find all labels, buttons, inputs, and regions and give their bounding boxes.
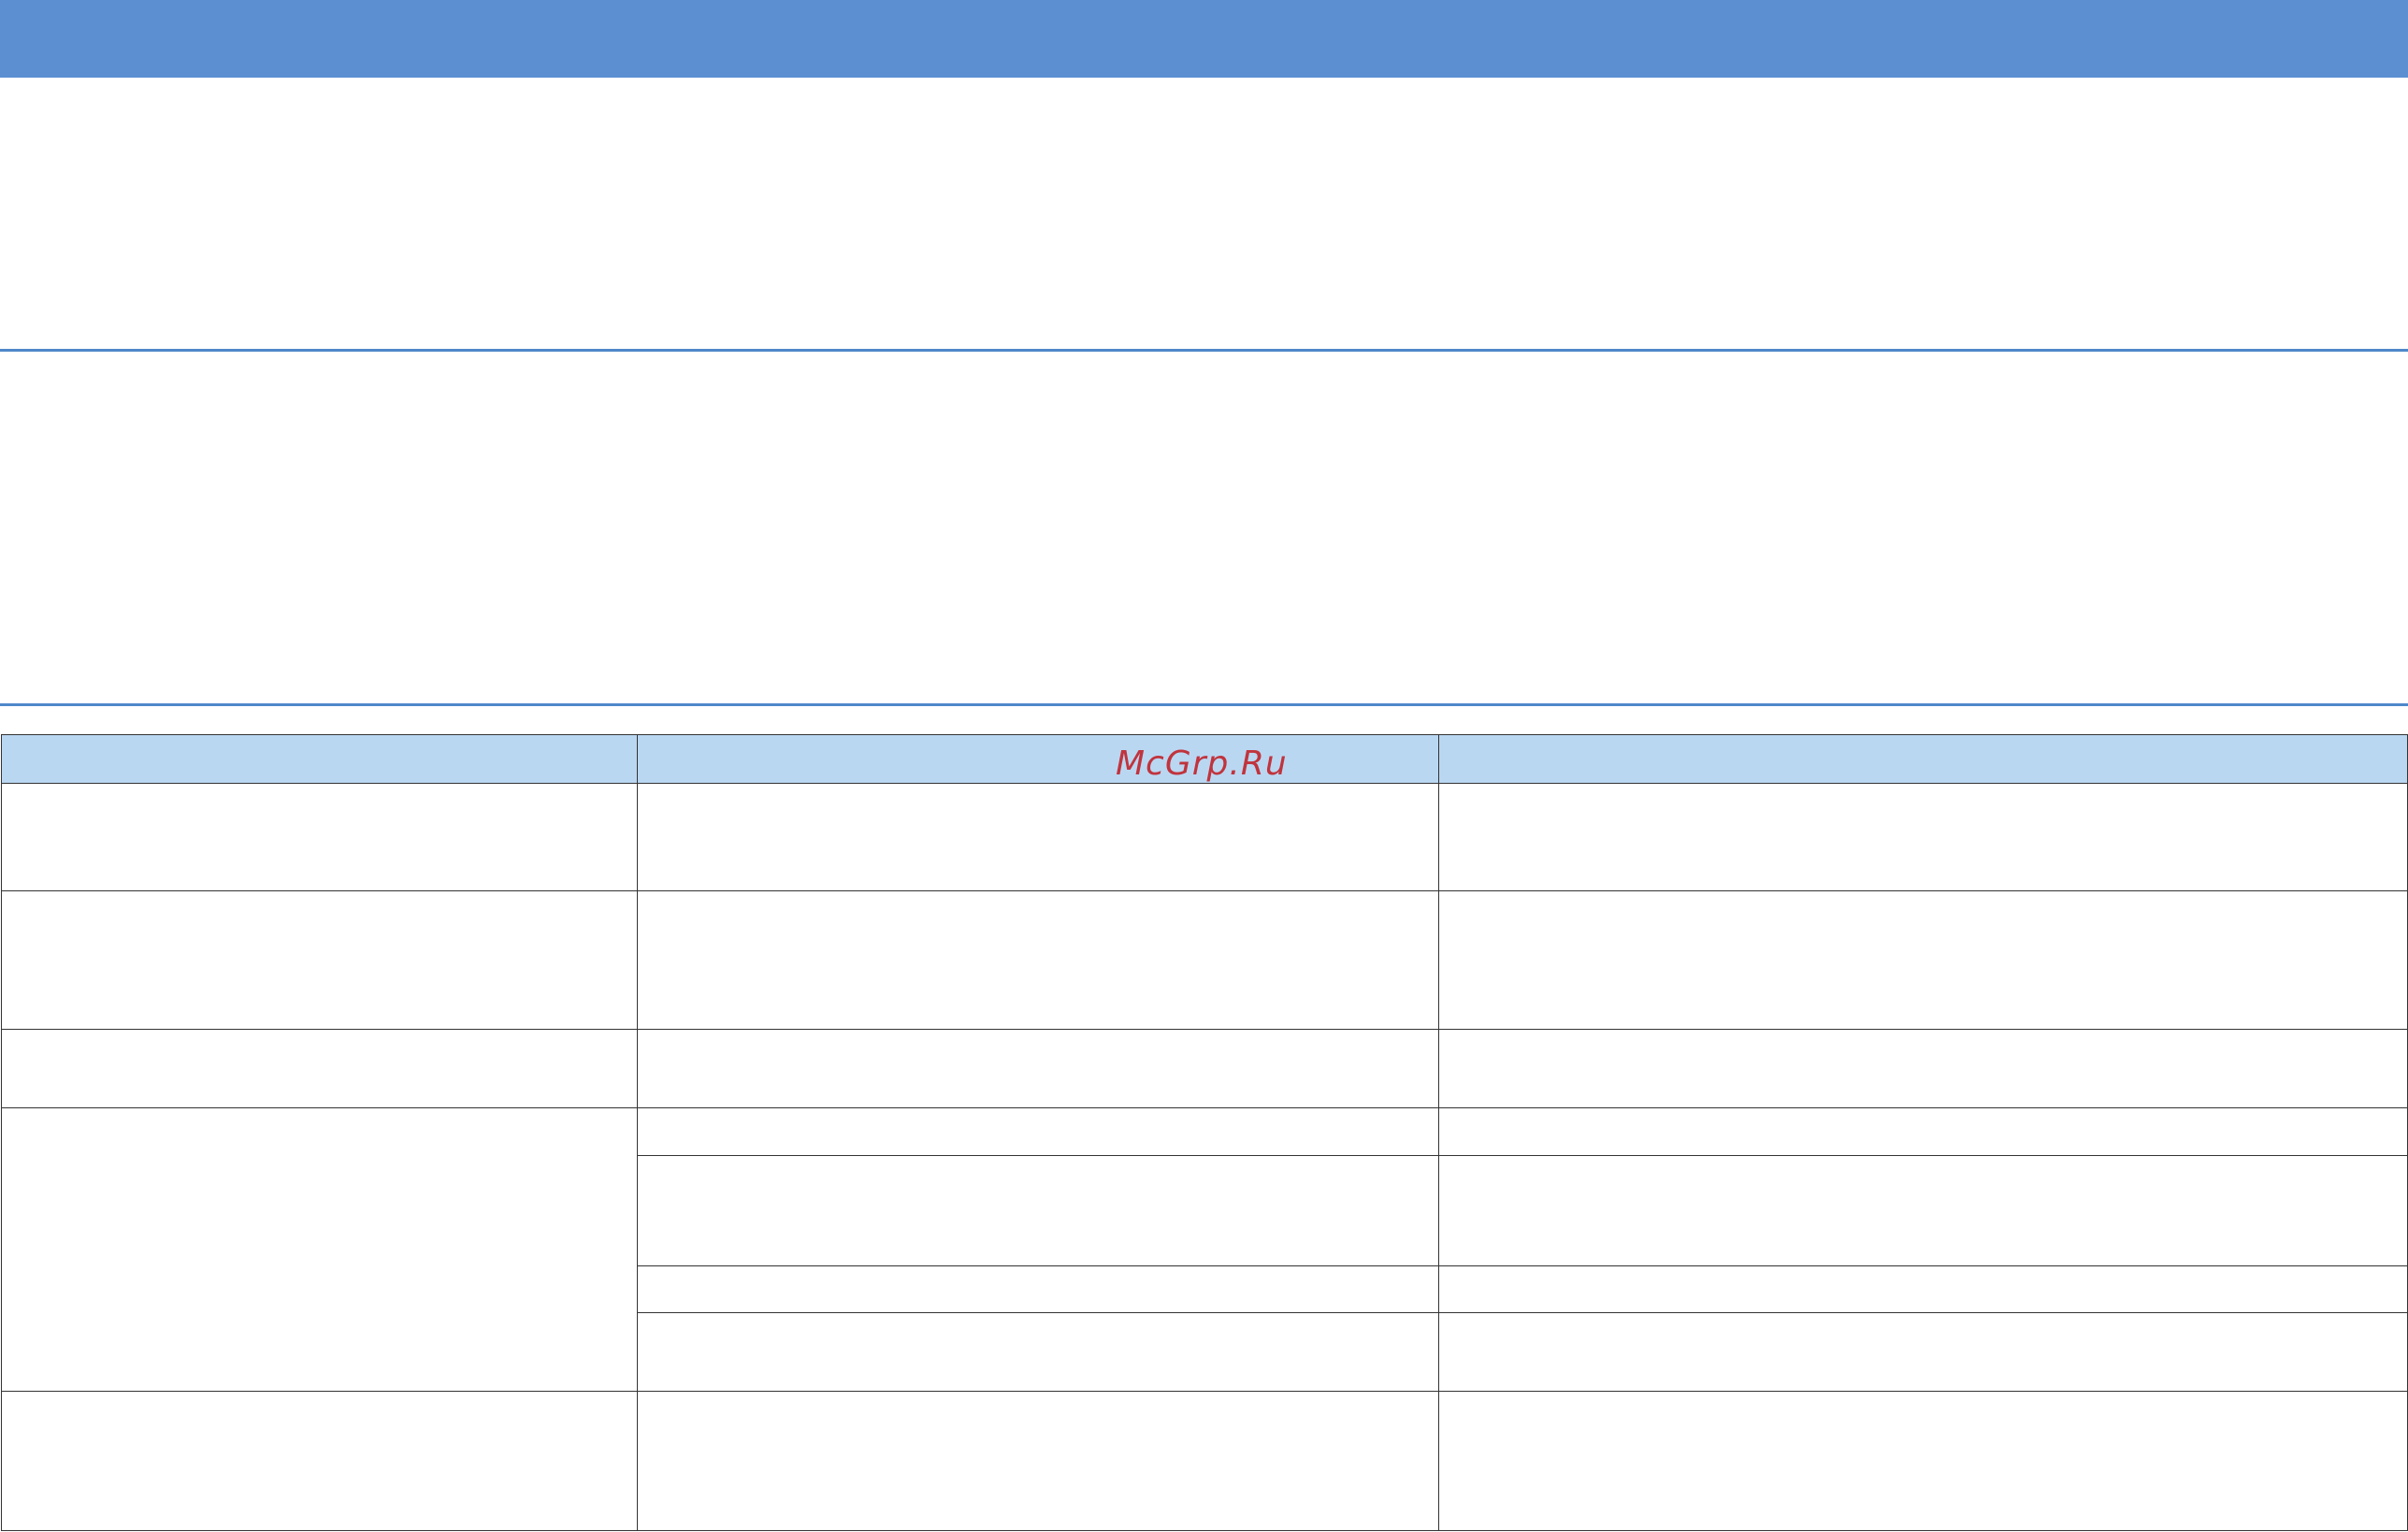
table-cell: [1438, 783, 2408, 891]
table-row: [1, 1029, 2408, 1108]
table-cell: [1, 1029, 638, 1108]
table-cell: [637, 783, 1439, 891]
table-row: [1, 783, 2408, 891]
table-cell: [637, 1312, 1439, 1392]
table-cell: [637, 1155, 1439, 1266]
spec-table: [1, 734, 2408, 1531]
table-cell-merged: [1, 1107, 638, 1392]
header-band: [0, 0, 2408, 78]
table-cell: [637, 890, 1439, 1030]
document-page: McGrp.Ru: [0, 0, 2408, 1532]
table-cell: [1438, 1391, 2408, 1531]
header-cell: [1, 734, 638, 784]
section-rule-top: [0, 349, 2408, 352]
table-cell: [637, 1391, 1439, 1531]
table-row: [1, 1391, 2408, 1531]
header-cell: [637, 734, 1439, 784]
table-cell: [1438, 1155, 2408, 1266]
table-cell: [1438, 1312, 2408, 1392]
table-cell: [1, 1391, 638, 1531]
table-cell: [1, 890, 638, 1030]
watermark-text: McGrp.Ru: [1116, 744, 1288, 783]
table-cell: [637, 1107, 1439, 1156]
table-cell: [1438, 1265, 2408, 1313]
table-row: [1, 890, 2408, 1030]
table-cell: [1438, 1107, 2408, 1156]
table-cell: [637, 1029, 1439, 1108]
header-cell: [1438, 734, 2408, 784]
table-cell: [1438, 1029, 2408, 1108]
table-row: [1, 1107, 2408, 1392]
table-cell: [637, 1265, 1439, 1313]
table-cell: [1, 783, 638, 891]
spec-table-container: [1, 734, 2408, 1532]
section-rule-bottom: [0, 703, 2408, 706]
table-cell: [1438, 890, 2408, 1030]
